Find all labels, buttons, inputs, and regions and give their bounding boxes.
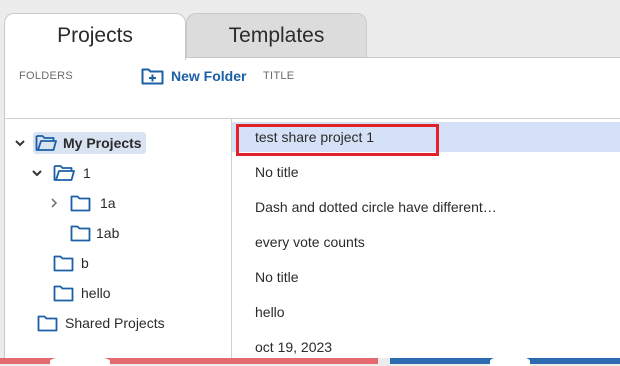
project-row[interactable]: every vote counts bbox=[232, 227, 620, 257]
new-folder-label: New Folder bbox=[171, 68, 247, 84]
thumbnail-shape bbox=[50, 356, 110, 366]
chevron-right-icon[interactable] bbox=[47, 196, 61, 210]
folder-icon bbox=[37, 315, 58, 331]
project-row[interactable]: Dash and dotted circle have different… bbox=[232, 192, 620, 222]
project-row[interactable]: No title bbox=[232, 157, 620, 187]
chevron-down-icon[interactable] bbox=[30, 166, 44, 180]
tree-label-my-projects: My Projects bbox=[63, 135, 142, 151]
header-divider bbox=[4, 118, 620, 119]
folder-icon bbox=[53, 285, 74, 301]
tab-templates[interactable]: Templates bbox=[186, 13, 367, 58]
highlight-annotation-box bbox=[236, 124, 439, 156]
folder-icon bbox=[70, 225, 91, 241]
tree-item-my-projects[interactable]: My Projects bbox=[13, 132, 146, 154]
tree-item-b[interactable]: b bbox=[53, 252, 89, 274]
open-folder-icon bbox=[53, 165, 75, 181]
thumbnail-shape bbox=[490, 356, 530, 366]
selected-folder[interactable]: My Projects bbox=[33, 132, 146, 154]
tree-label-hello: hello bbox=[81, 285, 111, 301]
folder-icon bbox=[70, 195, 91, 211]
tree-label-1a: 1a bbox=[100, 195, 116, 211]
new-folder-button[interactable]: New Folder bbox=[141, 66, 246, 86]
folders-column-label: FOLDERS bbox=[19, 70, 74, 82]
tree-item-hello[interactable]: hello bbox=[53, 282, 111, 304]
tab-projects[interactable]: Projects bbox=[4, 13, 186, 60]
tab-divider bbox=[185, 57, 620, 58]
tree-item-1ab[interactable]: 1ab bbox=[70, 222, 119, 244]
project-row[interactable]: hello bbox=[232, 297, 620, 327]
add-folder-icon bbox=[141, 68, 164, 85]
tree-label-shared-projects: Shared Projects bbox=[65, 315, 165, 331]
tree-label-b: b bbox=[81, 255, 89, 271]
tree-item-1[interactable]: 1 bbox=[30, 162, 91, 184]
project-row[interactable]: No title bbox=[232, 262, 620, 292]
open-folder-icon bbox=[35, 135, 57, 151]
tree-item-shared-projects[interactable]: Shared Projects bbox=[37, 312, 165, 334]
tree-item-1a[interactable]: 1a bbox=[47, 192, 116, 214]
tree-label-1: 1 bbox=[83, 165, 91, 181]
title-column-label: TITLE bbox=[263, 70, 295, 82]
folder-icon bbox=[53, 255, 74, 271]
tree-label-1ab: 1ab bbox=[96, 225, 120, 241]
chevron-down-icon[interactable] bbox=[13, 136, 27, 150]
